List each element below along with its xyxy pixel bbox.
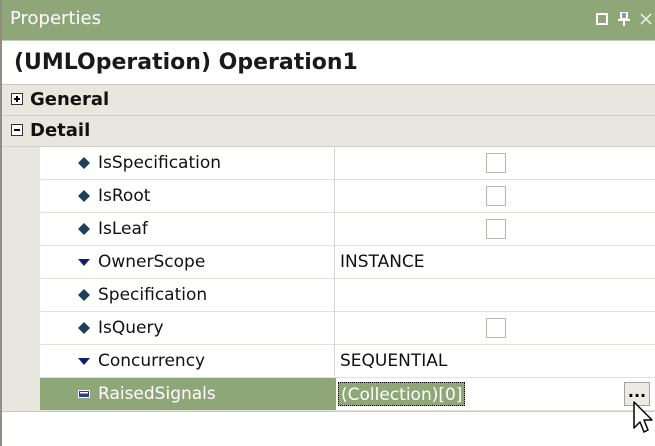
property-name-cell: Concurrency: [40, 345, 335, 377]
pin-icon[interactable]: [614, 9, 634, 29]
category-label: Detail: [30, 120, 91, 141]
property-label: IsLeaf: [98, 219, 148, 239]
property-row-ownerscope[interactable]: OwnerScope INSTANCE: [40, 246, 655, 279]
diamond-icon: [78, 157, 90, 169]
properties-panel: Properties (UMLOperation) Operation1 Gen…: [0, 0, 655, 446]
property-name-cell: IsQuery: [40, 312, 335, 344]
dropdown-triangle-icon: [78, 259, 90, 266]
property-value-cell[interactable]: (Collection)[0] ...: [336, 378, 655, 410]
restore-icon[interactable]: [592, 9, 612, 29]
property-label: IsQuery: [98, 318, 164, 338]
isquery-checkbox[interactable]: [486, 318, 506, 338]
property-value-cell[interactable]: [336, 279, 655, 311]
panel-title: Properties: [10, 8, 101, 29]
property-row-isquery[interactable]: IsQuery: [40, 312, 655, 345]
property-name-cell: IsSpecification: [40, 147, 335, 179]
property-row-raisedsignals[interactable]: RaisedSignals (Collection)[0] ...: [40, 378, 655, 411]
concurrency-value[interactable]: SEQUENTIAL: [340, 350, 447, 372]
title-bar: Properties: [2, 0, 655, 40]
property-value-cell[interactable]: [336, 180, 655, 212]
ownerscope-value[interactable]: INSTANCE: [340, 251, 425, 273]
property-row-isleaf[interactable]: IsLeaf: [40, 213, 655, 246]
mouse-cursor-icon: [633, 401, 653, 433]
description-separator: [2, 411, 655, 412]
isspecification-checkbox[interactable]: [486, 153, 506, 173]
property-grid: IsSpecification IsRoot IsLeaf OwnerScope…: [2, 147, 655, 411]
category-detail[interactable]: Detail: [2, 116, 655, 147]
property-label: Concurrency: [98, 351, 206, 371]
property-name-cell: IsLeaf: [40, 213, 335, 245]
object-title: (UMLOperation) Operation1: [14, 50, 358, 75]
collection-icon: [78, 390, 90, 398]
object-header: (UMLOperation) Operation1: [2, 40, 655, 85]
category-label: General: [30, 89, 110, 110]
diamond-icon: [78, 289, 90, 301]
property-label: OwnerScope: [98, 252, 206, 272]
property-name-cell: Specification: [40, 279, 335, 311]
property-row-specification[interactable]: Specification: [40, 279, 655, 312]
property-row-concurrency[interactable]: Concurrency SEQUENTIAL: [40, 345, 655, 378]
collapse-minus-icon[interactable]: [11, 124, 23, 136]
grid-gutter: [2, 147, 40, 411]
property-value-cell[interactable]: SEQUENTIAL: [336, 345, 655, 377]
diamond-icon: [78, 190, 90, 202]
raisedsignals-value[interactable]: (Collection)[0]: [338, 382, 466, 406]
expand-plus-icon[interactable]: [11, 93, 23, 105]
property-label: IsRoot: [98, 186, 151, 206]
dropdown-triangle-icon: [78, 358, 90, 365]
diamond-icon: [78, 223, 90, 235]
property-value-cell[interactable]: [336, 312, 655, 344]
property-label: RaisedSignals: [98, 384, 216, 404]
property-name-cell: OwnerScope: [40, 246, 335, 278]
property-row-isroot[interactable]: IsRoot: [40, 180, 655, 213]
property-row-isspecification[interactable]: IsSpecification: [40, 147, 655, 180]
category-general[interactable]: General: [2, 85, 655, 116]
close-icon[interactable]: [636, 9, 655, 29]
property-label: Specification: [98, 285, 208, 305]
property-value-cell[interactable]: [336, 147, 655, 179]
property-name-cell: IsRoot: [40, 180, 335, 212]
property-label: IsSpecification: [98, 153, 222, 173]
isroot-checkbox[interactable]: [486, 186, 506, 206]
property-value-cell[interactable]: [336, 213, 655, 245]
diamond-icon: [78, 322, 90, 334]
isleaf-checkbox[interactable]: [486, 219, 506, 239]
property-value-cell[interactable]: INSTANCE: [336, 246, 655, 278]
property-name-cell: RaisedSignals: [40, 378, 335, 410]
